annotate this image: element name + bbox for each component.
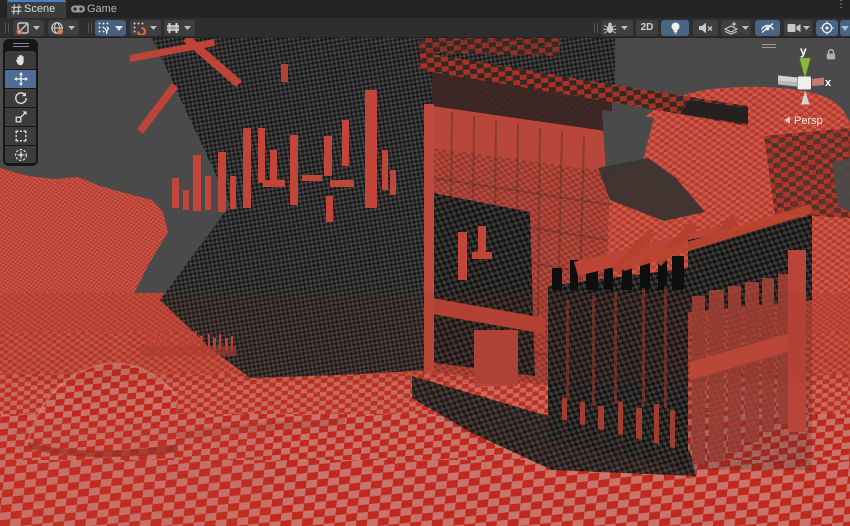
svg-text:y: y (800, 44, 807, 58)
svg-text:x: x (825, 77, 832, 89)
svg-text:Persp: Persp (794, 115, 823, 127)
svg-text:Y: Y (104, 27, 110, 35)
